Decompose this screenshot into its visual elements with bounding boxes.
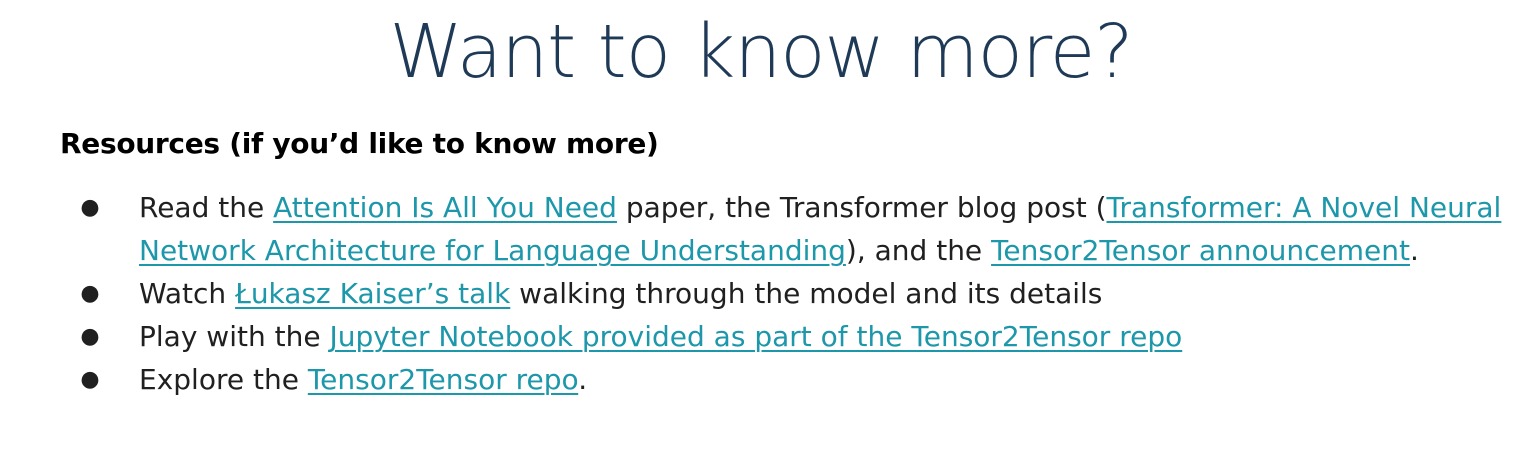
- attention-paper-link[interactable]: Attention Is All You Need: [273, 191, 617, 224]
- item-text: paper, the Transformer blog post (: [616, 191, 1107, 224]
- list-item-watch: ● Watch Łukasz Kaiser’s talk walking thro…: [80, 272, 1512, 315]
- item-text: Explore the: [139, 363, 308, 396]
- bullet-dot: ●: [80, 324, 100, 349]
- list-item-explore: ● Explore the Tensor2Tensor repo.: [80, 358, 1512, 401]
- bullet-dot: ●: [80, 281, 100, 306]
- list-item-read: ● Read the Attention Is All You Need pape…: [80, 186, 1512, 272]
- tensor2tensor-announcement-link[interactable]: Tensor2Tensor announcement: [991, 234, 1410, 267]
- bullet-dot: ●: [80, 367, 100, 392]
- slide-title: Want to know more?: [389, 9, 1133, 95]
- kaiser-talk-link[interactable]: Łukasz Kaiser’s talk: [235, 277, 510, 310]
- resources-list: ● Read the Attention Is All You Need pape…: [80, 186, 1512, 401]
- jupyter-notebook-link[interactable]: Jupyter Notebook provided as part of the…: [329, 320, 1182, 353]
- resources-heading: Resources (if you’d like to know more): [60, 127, 659, 160]
- list-item-play: ● Play with the Jupyter Notebook provided…: [80, 315, 1512, 358]
- item-text: walking through the model and its detail…: [510, 277, 1103, 310]
- bullet-dot: ●: [80, 195, 100, 220]
- item-text: Watch: [139, 277, 236, 310]
- item-text: .: [578, 363, 588, 396]
- item-text: .: [1410, 234, 1419, 267]
- item-text: ), and the: [845, 234, 992, 267]
- item-text: Read the: [139, 191, 274, 224]
- item-text: Play with the: [139, 320, 330, 353]
- tensor2tensor-repo-link[interactable]: Tensor2Tensor repo: [308, 363, 578, 396]
- slide: Want to know more? Resources (if you’d l…: [0, 0, 1522, 461]
